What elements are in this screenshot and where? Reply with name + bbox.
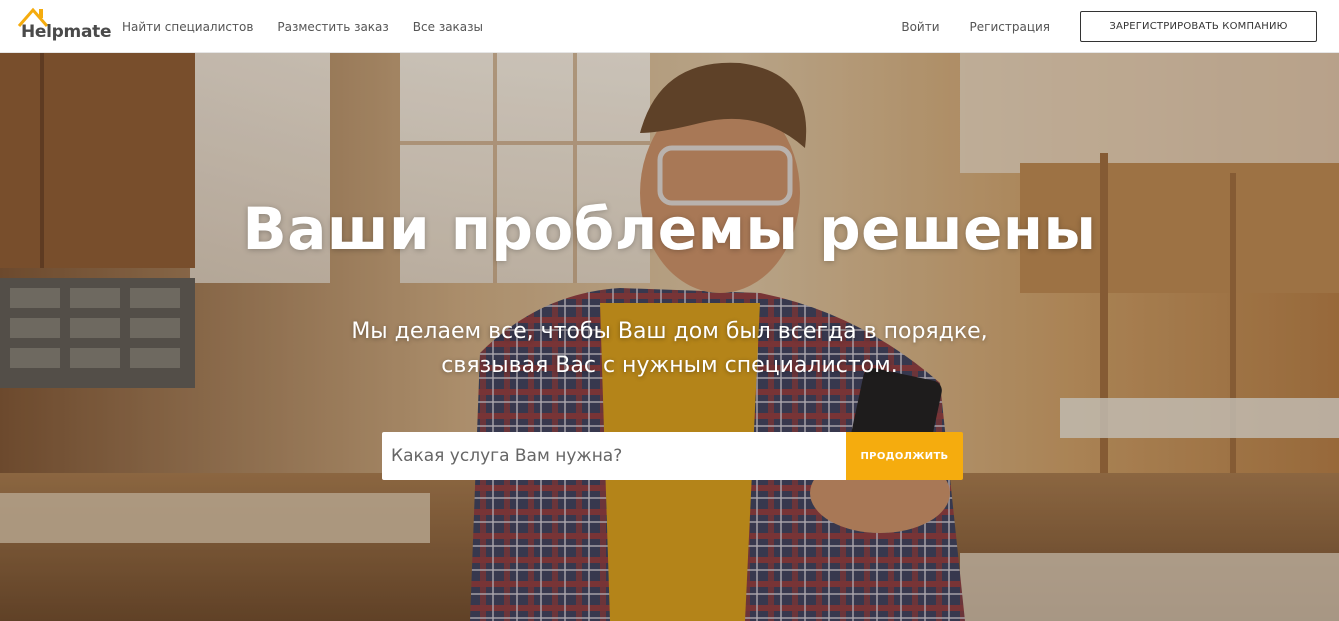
brand-name: Helpmate bbox=[21, 22, 112, 42]
top-nav-bar: Helpmate Найти специалистов Разместить з… bbox=[0, 0, 1339, 53]
continue-button[interactable]: ПРОДОЛЖИТЬ bbox=[846, 432, 963, 480]
register-link[interactable]: Регистрация bbox=[970, 20, 1050, 34]
login-link[interactable]: Войти bbox=[901, 20, 939, 34]
hero-title: Ваши проблемы решены bbox=[242, 195, 1097, 263]
register-company-button[interactable]: ЗАРЕГИСТРИРОВАТЬ КОМПАНИЮ bbox=[1080, 11, 1317, 42]
nav-all-orders[interactable]: Все заказы bbox=[413, 20, 483, 34]
service-search-input[interactable] bbox=[382, 432, 846, 480]
service-search-form: ПРОДОЛЖИТЬ bbox=[382, 432, 963, 480]
nav-find-specialists[interactable]: Найти специалистов bbox=[122, 20, 253, 34]
brand-logo[interactable]: Helpmate bbox=[17, 6, 112, 46]
nav-place-order[interactable]: Разместить заказ bbox=[277, 20, 388, 34]
hero-subtitle-line-2: связывая Вас с нужным специалистом. bbox=[441, 353, 898, 378]
main-nav: Найти специалистов Разместить заказ Все … bbox=[122, 0, 507, 53]
hero-section: Ваши проблемы решены Мы делаем все, чтоб… bbox=[0, 53, 1339, 621]
account-nav: Войти Регистрация ЗАРЕГИСТРИРОВАТЬ КОМПА… bbox=[901, 0, 1339, 53]
hero-subtitle: Мы делаем все, чтобы Ваш дом был всегда … bbox=[0, 315, 1339, 383]
hero-subtitle-line-1: Мы делаем все, чтобы Ваш дом был всегда … bbox=[351, 319, 988, 344]
